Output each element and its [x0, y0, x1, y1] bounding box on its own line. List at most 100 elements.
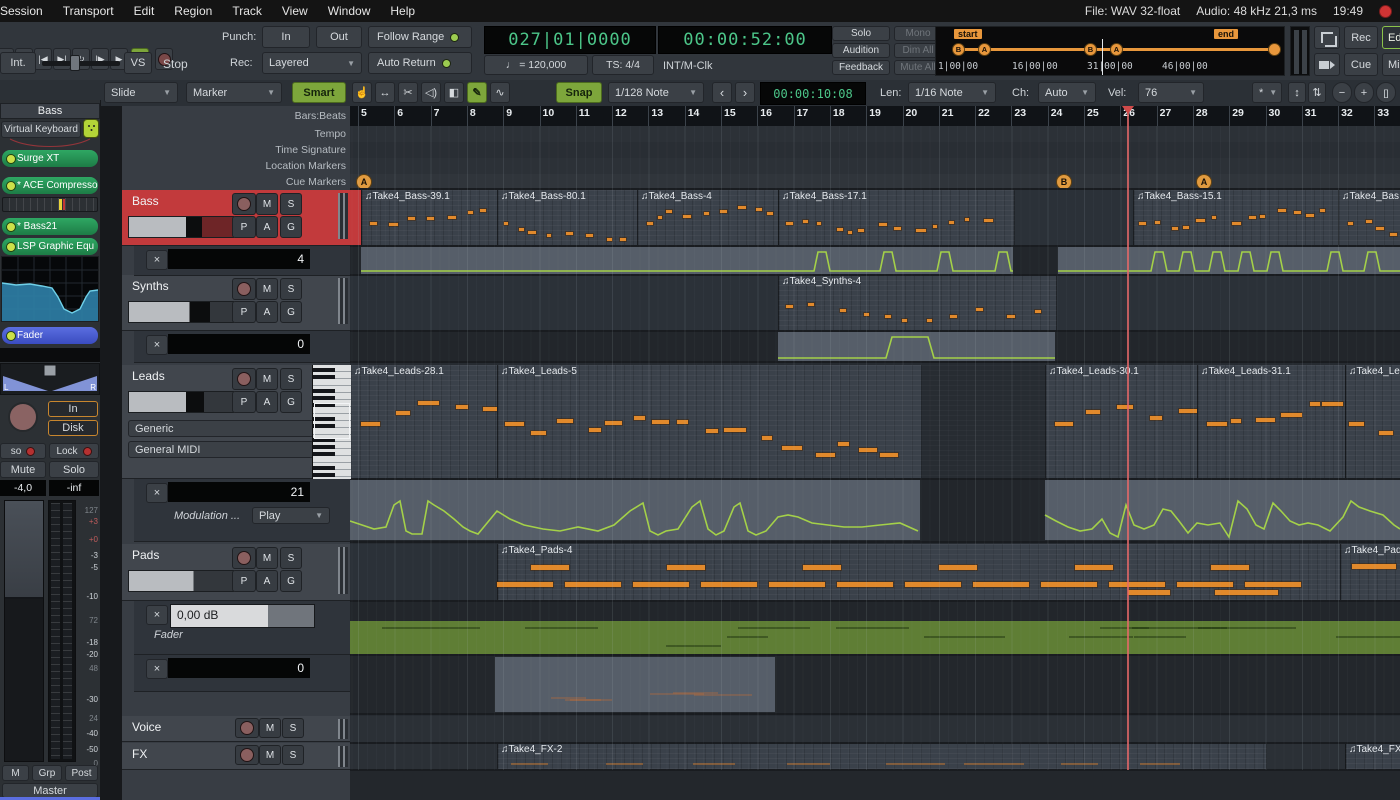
midi-note[interactable] — [531, 565, 569, 570]
midi-note[interactable] — [566, 232, 573, 235]
track-name[interactable]: Leads — [132, 369, 165, 383]
fader-automation-slider[interactable]: 0,00 dB — [170, 604, 315, 628]
track-playlist-button[interactable]: P — [232, 216, 256, 238]
midi-note[interactable] — [504, 222, 508, 225]
midi-note[interactable] — [1281, 413, 1303, 417]
track-rec-enable-button[interactable] — [232, 547, 256, 569]
midi-note[interactable] — [1310, 402, 1320, 406]
track-solo-button[interactable]: S — [280, 368, 302, 390]
midi-note[interactable] — [965, 218, 969, 221]
automation-header-leads[interactable]: ×21Modulation ...Play▼ — [134, 479, 350, 542]
midi-note[interactable] — [607, 238, 612, 241]
midi-note[interactable] — [1035, 310, 1041, 313]
midi-note[interactable] — [950, 315, 957, 318]
midi-note[interactable] — [724, 428, 746, 432]
midi-note[interactable] — [864, 313, 869, 316]
midi-note[interactable] — [652, 420, 668, 424]
automation-value[interactable]: 0 — [168, 334, 310, 354]
track-automation-button[interactable]: A — [256, 570, 278, 592]
midi-note[interactable] — [905, 582, 961, 587]
track-group-button[interactable]: G — [280, 570, 302, 592]
midi-note[interactable] — [1139, 222, 1145, 225]
track-name[interactable]: Voice — [132, 720, 161, 734]
track-playlist-button[interactable]: P — [232, 301, 256, 323]
midi-note[interactable] — [1183, 226, 1189, 229]
track-gain-fader[interactable] — [128, 570, 234, 592]
midi-note[interactable] — [1352, 564, 1396, 569]
midi-note[interactable] — [667, 565, 705, 570]
midi-note[interactable] — [1320, 209, 1325, 212]
midi-note[interactable] — [803, 220, 808, 223]
track-header-pads[interactable]: PadsMSPAG — [122, 544, 350, 601]
automation-block[interactable] — [495, 657, 775, 712]
hide-automation-button[interactable]: × — [146, 605, 168, 625]
midi-note[interactable] — [1249, 216, 1256, 219]
midi-note[interactable] — [528, 231, 536, 234]
track-patch-dropdown[interactable]: General MIDI▼ — [128, 441, 338, 458]
midi-note[interactable] — [803, 565, 841, 570]
midi-note[interactable] — [817, 222, 821, 225]
midi-note[interactable] — [894, 227, 900, 230]
midi-note[interactable] — [389, 223, 398, 226]
track-mute-button[interactable]: M — [256, 547, 278, 569]
piano-scroll-handle[interactable] — [314, 403, 350, 439]
track-rec-enable-button[interactable] — [235, 745, 259, 765]
midi-note[interactable] — [605, 421, 623, 425]
region[interactable]: ♫Take4_FX- — [1345, 743, 1400, 770]
automation-line[interactable] — [350, 246, 1400, 275]
midi-note[interactable] — [769, 582, 825, 587]
automation-value[interactable]: 21 — [168, 482, 310, 502]
midi-note[interactable] — [531, 431, 547, 435]
automation-line[interactable] — [350, 479, 1400, 541]
midi-note[interactable] — [837, 228, 843, 231]
automation-value[interactable]: 4 — [168, 249, 310, 269]
midi-note[interactable] — [1150, 416, 1163, 420]
midi-note[interactable] — [1260, 215, 1265, 218]
midi-note[interactable] — [786, 222, 793, 225]
midi-note[interactable] — [1294, 211, 1301, 214]
region[interactable]: ♫Take4_Bass-80.1 — [497, 190, 639, 246]
midi-note[interactable] — [880, 453, 898, 457]
midi-note[interactable] — [370, 222, 377, 225]
region[interactable]: ♫Take4_Bass-15.1 — [1133, 190, 1340, 246]
track-playlist-button[interactable]: P — [232, 391, 256, 413]
midi-note[interactable] — [1212, 216, 1217, 219]
midi-note[interactable] — [949, 221, 954, 224]
midi-note[interactable] — [762, 436, 772, 440]
midi-note[interactable] — [1172, 227, 1178, 230]
midi-note[interactable] — [361, 422, 381, 426]
midi-note[interactable] — [1086, 410, 1100, 414]
midi-note[interactable] — [933, 225, 937, 228]
midi-note[interactable] — [808, 303, 814, 306]
midi-note[interactable] — [840, 309, 846, 312]
midi-note[interactable] — [633, 582, 689, 587]
midi-note[interactable] — [1348, 222, 1353, 225]
midi-note[interactable] — [939, 565, 977, 570]
track-solo-button[interactable]: S — [280, 547, 302, 569]
automation-value[interactable]: 0 — [168, 658, 310, 678]
midi-note[interactable] — [1109, 582, 1165, 587]
automation-header-bass[interactable]: ×4 — [134, 246, 350, 276]
midi-note[interactable] — [658, 216, 662, 219]
automation-line[interactable] — [350, 331, 1400, 362]
track-mute-button[interactable]: M — [259, 745, 281, 765]
midi-note[interactable] — [1155, 221, 1160, 224]
midi-note[interactable] — [858, 229, 865, 232]
region[interactable]: ♫Take4_Synths-4 — [778, 275, 1057, 331]
midi-note[interactable] — [519, 228, 524, 231]
track-name[interactable]: Synths — [132, 279, 169, 293]
midi-note[interactable] — [720, 210, 727, 213]
hide-automation-button[interactable]: × — [146, 335, 168, 355]
ruler-row-2[interactable] — [350, 142, 1400, 159]
track-gain-fader[interactable] — [128, 391, 234, 413]
midi-note[interactable] — [677, 420, 688, 424]
hide-automation-button[interactable]: × — [146, 659, 168, 679]
midi-note[interactable] — [1128, 590, 1170, 595]
midi-note[interactable] — [1179, 409, 1198, 413]
midi-note[interactable] — [634, 416, 646, 420]
midi-note[interactable] — [557, 419, 573, 423]
midi-note[interactable] — [396, 411, 410, 415]
track-mode-dropdown[interactable]: Generic▼ — [128, 420, 338, 437]
midi-note[interactable] — [786, 305, 792, 308]
midi-note[interactable] — [1117, 405, 1133, 409]
